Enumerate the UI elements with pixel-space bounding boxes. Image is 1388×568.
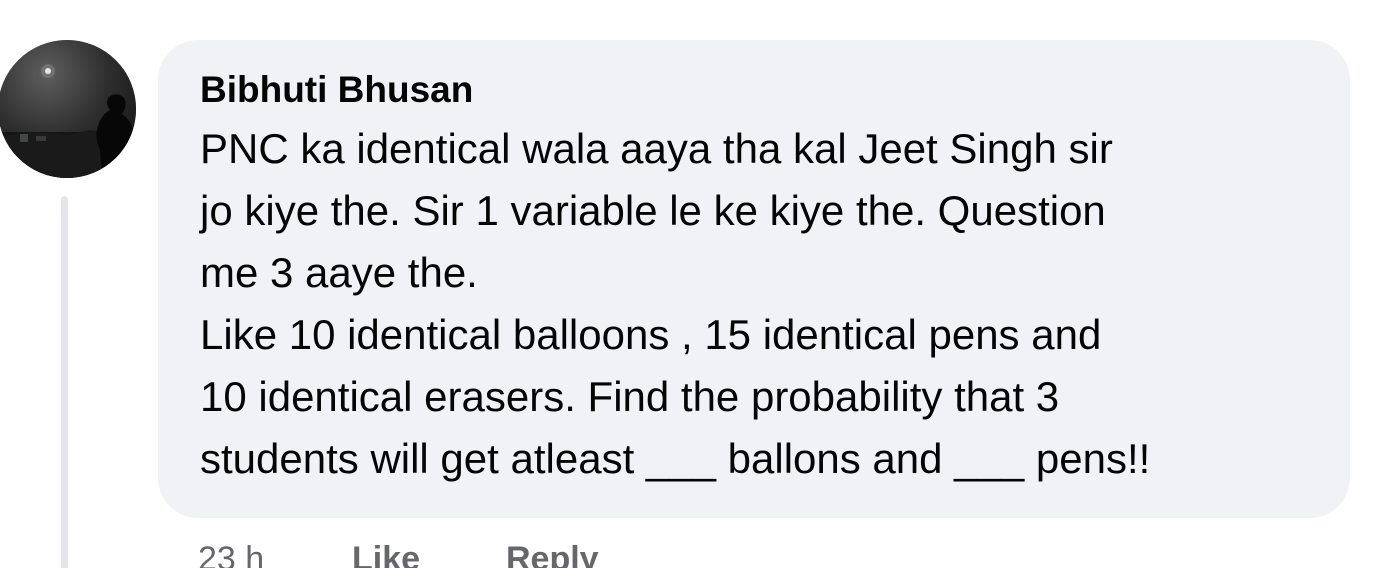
comment-text-line: 10 identical erasers. Find the probabili… bbox=[200, 373, 1060, 420]
comment-author[interactable]: Bibhuti Bhusan bbox=[200, 68, 1310, 112]
avatar-photo-icon bbox=[0, 40, 136, 178]
comment-text-line: jo kiye the. Sir 1 variable le ke kiye t… bbox=[200, 187, 1106, 234]
comment-timestamp[interactable]: 23 h bbox=[198, 540, 264, 568]
like-button[interactable]: Like bbox=[352, 540, 420, 568]
comment-text-line: Like 10 identical balloons , 15 identica… bbox=[200, 311, 1102, 358]
reply-button[interactable]: Reply bbox=[506, 540, 599, 568]
comment-thread: Bibhuti Bhusan PNC ka identical wala aay… bbox=[0, 0, 1388, 568]
comment-text-line: students will get atleast ___ ballons an… bbox=[200, 435, 1151, 482]
comment-text-line: me 3 aaye the. bbox=[200, 249, 478, 296]
comment-bubble: Bibhuti Bhusan PNC ka identical wala aay… bbox=[158, 40, 1350, 518]
comment-text-line: PNC ka identical wala aaya tha kal Jeet … bbox=[200, 125, 1113, 172]
avatar[interactable] bbox=[0, 40, 136, 178]
thread-line bbox=[61, 196, 68, 568]
